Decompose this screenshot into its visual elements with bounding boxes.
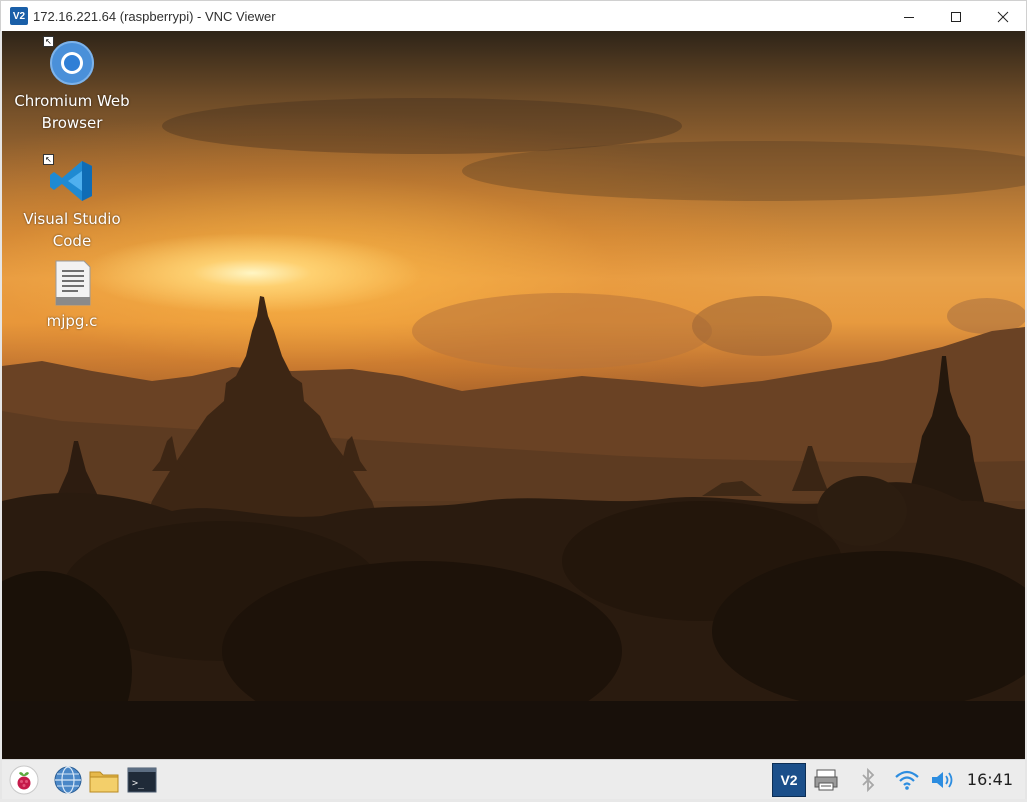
taskbar-clock[interactable]: 16:41 xyxy=(967,760,1013,800)
raspberry-menu-icon xyxy=(9,765,39,795)
wallpaper-bagan-sunset xyxy=(2,98,1025,759)
desktop-icon-vscode[interactable]: ↖ Visual Studio Code xyxy=(12,154,132,252)
text-file-icon xyxy=(55,260,91,306)
web-browser-launcher[interactable] xyxy=(52,764,84,796)
minimize-icon xyxy=(903,16,914,18)
desktop-icon-label: mjpg.c xyxy=(46,312,98,330)
bluetooth-icon xyxy=(862,767,875,793)
file-manager-icon xyxy=(89,771,119,793)
window-title: 172.16.221.64 (raspberrypi) - VNC Viewer xyxy=(33,8,276,24)
svg-text:>_: >_ xyxy=(132,778,145,789)
vnc-server-tray-button[interactable]: V2 xyxy=(772,763,806,797)
desktop-icon-label: Chromium Web Browser xyxy=(14,92,130,132)
chromium-icon xyxy=(50,41,94,85)
shortcut-arrow-icon: ↖ xyxy=(43,154,54,165)
close-icon xyxy=(997,11,1008,22)
volume-tray-button[interactable] xyxy=(928,764,960,796)
bluetooth-tray-button[interactable] xyxy=(852,764,884,796)
taskbar: >_ V2 16:41 xyxy=(2,759,1025,799)
wifi-tray-button[interactable] xyxy=(891,764,923,796)
web-browser-icon xyxy=(54,766,82,794)
shortcut-arrow-icon: ↖ xyxy=(43,36,54,47)
vnc-server-icon: V2 xyxy=(780,772,798,788)
window-titlebar[interactable]: V2 172.16.221.64 (raspberrypi) - VNC Vie… xyxy=(0,0,1027,31)
terminal-icon: >_ xyxy=(127,767,157,793)
desktop-icon-label: Visual Studio Code xyxy=(23,210,121,250)
desktop-icon-mjpg-file[interactable]: mjpg.c xyxy=(12,259,132,332)
close-button[interactable] xyxy=(979,1,1026,32)
printer-icon xyxy=(814,769,838,791)
maximize-button[interactable] xyxy=(932,1,979,32)
raspberry-menu-button[interactable] xyxy=(8,764,40,796)
maximize-icon xyxy=(950,11,961,22)
volume-icon xyxy=(932,772,953,788)
file-manager-launcher[interactable] xyxy=(88,764,120,796)
printer-tray-button[interactable] xyxy=(810,764,842,796)
vnc-viewer-app-icon: V2 xyxy=(10,7,28,25)
remote-desktop[interactable]: ↖ Chromium Web Browser ↖ Visual Studio C… xyxy=(2,31,1025,759)
window-controls xyxy=(885,1,1026,32)
vscode-icon xyxy=(50,161,92,201)
minimize-button[interactable] xyxy=(885,1,932,32)
wifi-icon xyxy=(895,770,919,790)
terminal-launcher[interactable]: >_ xyxy=(126,764,158,796)
desktop-icon-chromium[interactable]: ↖ Chromium Web Browser xyxy=(12,36,132,134)
